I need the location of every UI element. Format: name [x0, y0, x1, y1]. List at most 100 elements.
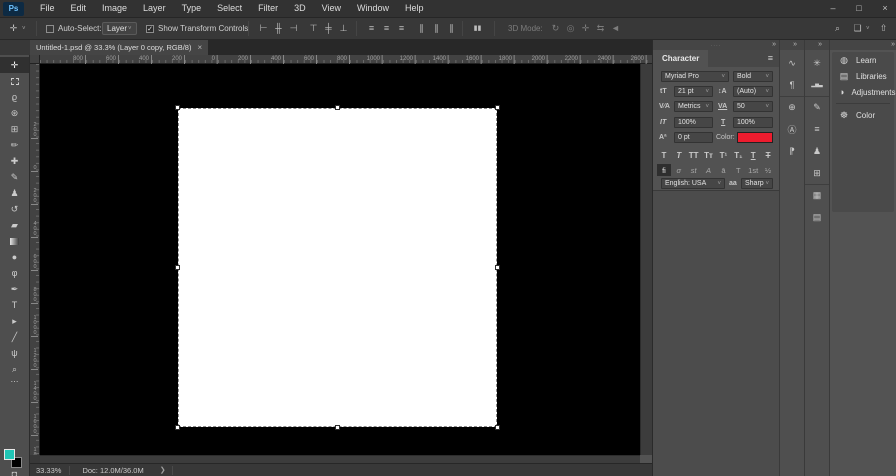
vertical-scrollbar[interactable] — [640, 64, 652, 455]
shape-tool[interactable]: ╱ — [0, 329, 29, 345]
minimize-button[interactable]: – — [826, 0, 840, 17]
blur-tool[interactable]: ● — [0, 249, 29, 265]
character-styles-panel-icon[interactable]: Ⓐ — [780, 118, 804, 140]
horizontal-scale-field[interactable]: 100% — [733, 117, 773, 128]
font-family-dropdown[interactable]: Myriad Pro ˅ — [661, 71, 729, 82]
baseline-shift-field[interactable]: 0 pt — [674, 132, 713, 143]
align-bottom-edges-icon[interactable]: ⊥ — [336, 18, 351, 39]
menu-image[interactable]: Image — [94, 0, 135, 17]
distribute-spacing-button[interactable]: ▮▮ — [470, 18, 485, 39]
paragraph-panel-icon[interactable]: ¶ — [780, 74, 804, 96]
faux-bold-icon[interactable]: T — [657, 149, 671, 161]
clone-source-panel-icon[interactable]: ♟ — [805, 140, 829, 162]
align-vertical-centers-icon[interactable]: ╪ — [321, 18, 336, 39]
text-color-swatch[interactable] — [737, 132, 773, 143]
eraser-tool[interactable]: ▰ — [0, 217, 29, 233]
3d-roll-icon[interactable]: ◎ — [563, 18, 578, 39]
dock-column-header[interactable]: » — [805, 40, 830, 50]
small-caps-icon[interactable]: Tᴛ — [702, 149, 716, 161]
menu-filter[interactable]: Filter — [250, 0, 286, 17]
align-horizontal-centers-icon[interactable]: ╫ — [271, 18, 286, 39]
ruler-corner[interactable] — [30, 55, 40, 64]
3d-camera-icon[interactable]: ◄ — [608, 18, 623, 39]
3d-slide-icon[interactable]: ⇆ — [593, 18, 608, 39]
brush-tool[interactable]: ✎ — [0, 169, 29, 185]
ligatures-icon[interactable]: fi — [657, 164, 671, 176]
distribute-left-edges-icon[interactable]: ∥ — [414, 18, 429, 39]
horizontal-scrollbar[interactable] — [40, 455, 640, 463]
collapse-panel-icon[interactable]: » — [891, 41, 895, 48]
align-top-edges-icon[interactable]: ⊤ — [306, 18, 321, 39]
collapse-panel-icon[interactable]: » — [818, 41, 822, 48]
distribute-bottom-edges-icon[interactable]: ≡ — [394, 18, 409, 39]
distribute-top-edges-icon[interactable]: ≡ — [364, 18, 379, 39]
menu-3d[interactable]: 3D — [286, 0, 314, 17]
histogram-panel-icon[interactable]: ▂▅▃ — [805, 74, 829, 96]
layer-comps-panel-icon[interactable]: ⊞ — [805, 162, 829, 184]
show-transform-checkbox[interactable]: ✓ Show Transform Controls — [146, 18, 248, 39]
menu-select[interactable]: Select — [209, 0, 250, 17]
align-right-edges-icon[interactable]: ⊣ — [286, 18, 301, 39]
panel-menu-icon[interactable]: ≡ — [768, 54, 773, 63]
underline-icon[interactable]: T — [746, 149, 760, 161]
transform-handle-top-right[interactable] — [495, 105, 500, 110]
all-caps-icon[interactable]: TT — [687, 149, 701, 161]
path-selection-tool[interactable]: ▸ — [0, 313, 29, 329]
ordinals-icon[interactable]: 1st — [746, 164, 760, 176]
adjustments-panel[interactable]: ◑ Adjustments — [832, 84, 894, 100]
swatches-panel-icon[interactable]: ▦ — [805, 184, 829, 206]
move-tool[interactable]: ✛ — [0, 57, 29, 73]
zoom-level-field[interactable]: 33.33% — [30, 466, 69, 475]
auto-select-target-dropdown[interactable]: Layer ˅ — [102, 18, 137, 39]
transform-handle-bottom-right[interactable] — [495, 425, 500, 430]
menu-help[interactable]: Help — [397, 0, 432, 17]
gradient-tool[interactable] — [0, 233, 29, 249]
document-tab[interactable]: Untitled-1.psd @ 33.3% (Layer 0 copy, RG… — [30, 40, 208, 55]
vertical-ruler[interactable]: 2000200400600800100012001400160018002000 — [30, 64, 40, 455]
menu-window[interactable]: Window — [349, 0, 397, 17]
font-size-dropdown[interactable]: 21 pt ˅ — [674, 86, 713, 97]
horizontal-ruler[interactable]: 8006004002000200400600800100012001400160… — [40, 55, 652, 64]
close-button[interactable]: × — [878, 0, 892, 17]
distribute-horizontal-centers-icon[interactable]: ∥ — [429, 18, 444, 39]
tool-presets-panel-icon[interactable]: ✎ — [805, 96, 829, 118]
menu-file[interactable]: File — [32, 0, 63, 17]
tab-character[interactable]: Character — [653, 50, 708, 67]
crop-tool[interactable]: ⊞ — [0, 121, 29, 137]
glyphs-panel-icon[interactable]: ⊕ — [780, 96, 804, 118]
properties-panel-icon[interactable]: ≡ — [805, 118, 829, 140]
fractions-icon[interactable]: ½ — [761, 164, 775, 176]
marquee-tool[interactable] — [0, 73, 29, 89]
font-style-dropdown[interactable]: Bold ˅ — [733, 71, 773, 82]
transform-handle-top-center[interactable] — [335, 105, 340, 110]
kerning-dropdown[interactable]: Metrics ˅ — [674, 101, 713, 112]
type-tool[interactable]: T — [0, 297, 29, 313]
transform-handle-bottom-center[interactable] — [335, 425, 340, 430]
eyedropper-tool[interactable]: ✏ — [0, 137, 29, 153]
learn-panel[interactable]: ◍ Learn — [832, 52, 894, 68]
clone-stamp-tool[interactable]: ♟ — [0, 185, 29, 201]
edit-toolbar-button[interactable]: ⋯ — [0, 377, 29, 389]
stylistic-alternates-icon[interactable]: ā — [717, 164, 731, 176]
dodge-tool[interactable]: φ — [0, 265, 29, 281]
paragraph-styles-panel-icon[interactable]: ⁋ — [780, 140, 804, 162]
share-button[interactable]: ⇧ — [876, 18, 891, 39]
collapse-panel-icon[interactable]: » — [793, 41, 797, 48]
collapse-panel-icon[interactable]: » — [772, 41, 776, 48]
notes-panel-icon[interactable]: ▤ — [805, 206, 829, 228]
transform-handle-middle-left[interactable] — [175, 265, 180, 270]
color-panel[interactable]: ☸ Color — [832, 107, 894, 123]
checkbox-checked[interactable]: ✓ — [146, 25, 154, 33]
distribute-vertical-centers-icon[interactable]: ≡ — [379, 18, 394, 39]
contextual-alternates-icon[interactable]: σ — [672, 164, 686, 176]
transform-handle-middle-right[interactable] — [495, 265, 500, 270]
brush-settings-panel-icon[interactable]: ✳ — [805, 52, 829, 74]
dock-column-header[interactable]: » — [780, 40, 805, 50]
hand-tool[interactable]: ψ — [0, 345, 29, 361]
align-left-edges-icon[interactable]: ⊢ — [256, 18, 271, 39]
leading-dropdown[interactable]: (Auto) ˅ — [733, 86, 773, 97]
tab-close-icon[interactable]: × — [197, 43, 202, 52]
zoom-tool[interactable]: ⌕ — [0, 361, 29, 377]
workspace-switcher[interactable]: ❏ ˅ — [850, 18, 870, 39]
tool-preset[interactable]: ✛ ˅ — [6, 18, 26, 39]
